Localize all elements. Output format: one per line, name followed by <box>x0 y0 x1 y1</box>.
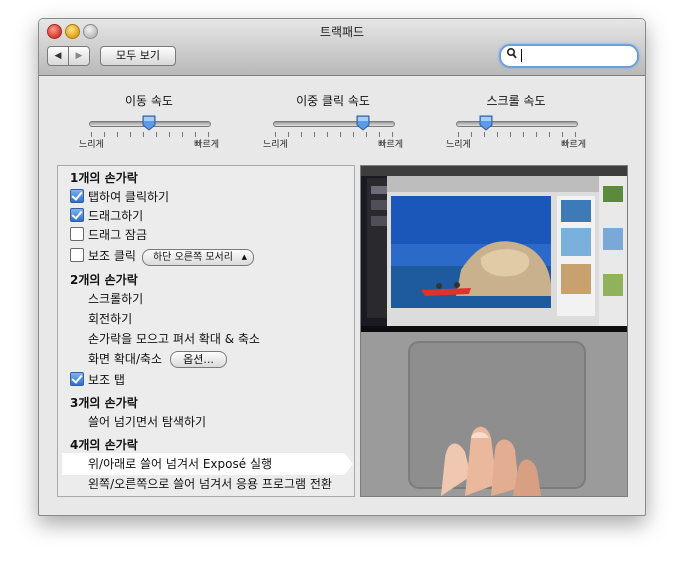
double-click-speed-ticks <box>275 132 393 138</box>
screen-zoom-label: 화면 확대/축소 <box>88 352 163 366</box>
slider-tick <box>353 132 354 137</box>
slider-tick <box>301 132 302 137</box>
pinch-zoom-item[interactable]: 손가락을 모으고 펴서 확대 & 축소 <box>88 330 260 348</box>
preferences-window: 트랙패드 ◀ ▶ 모두 보기 이동 속도 느리게 빠르게 이중 클릭 속도 느리… <box>38 18 646 516</box>
gesture-options-panel: 1개의 손가락 탭하여 클릭하기 드래그하기 드래그 잠금 보조 클릭 하단 오른… <box>57 165 355 497</box>
slider-tick <box>484 132 485 137</box>
dragging-label: 드래그하기 <box>88 209 144 223</box>
slider-tick <box>169 132 170 137</box>
scrolling-speed-label: 스크롤 속도 <box>486 94 546 108</box>
drag-lock-option[interactable]: 드래그 잠금 <box>70 226 147 244</box>
two-finger-scroll-item[interactable]: 스크롤하기 <box>88 290 143 308</box>
scrolling-speed-min-label: 느리게 <box>446 140 471 150</box>
tracking-speed-knob[interactable] <box>142 115 156 131</box>
search-field[interactable] <box>499 44 639 68</box>
tap-to-click-option[interactable]: 탭하여 클릭하기 <box>70 188 169 206</box>
dragging-option[interactable]: 드래그하기 <box>70 207 143 225</box>
secondary-click-checkbox[interactable] <box>70 248 84 262</box>
double-click-speed-label: 이중 클릭 속도 <box>296 94 370 108</box>
double-click-speed-track[interactable] <box>273 121 395 127</box>
secondary-click-label: 보조 클릭 <box>88 249 136 263</box>
dragging-checkbox[interactable] <box>70 208 84 222</box>
slider-tick <box>536 132 537 137</box>
back-button[interactable]: ◀ <box>47 46 69 66</box>
three-fingers-heading: 3개의 손가락 <box>70 396 138 410</box>
preview-illustration <box>361 166 627 496</box>
four-finger-app-switch-item[interactable]: 왼쪽/오른쪽으로 쓸어 넘겨서 응용 프로그램 전환 <box>88 475 332 493</box>
slider-tick <box>471 132 472 137</box>
double-click-speed-max-label: 빠르게 <box>378 140 403 150</box>
tracking-speed-max-label: 빠르게 <box>194 140 219 150</box>
slider-tick <box>314 132 315 137</box>
slider-tick <box>510 132 511 137</box>
gesture-preview-video <box>360 165 628 497</box>
slider-tick <box>366 132 367 137</box>
secondary-click-popup[interactable]: 하단 오른쪽 모서리 ▲ <box>141 249 254 266</box>
secondary-tap-checkbox[interactable] <box>70 372 84 386</box>
tracking-speed-min-label: 느리게 <box>79 140 104 150</box>
secondary-click-option[interactable]: 보조 클릭 하단 오른쪽 모서리 ▲ <box>70 247 254 266</box>
slider-tick <box>130 132 131 137</box>
slider-tick <box>327 132 328 137</box>
forward-button[interactable]: ▶ <box>68 46 90 66</box>
screen-zoom-options-button[interactable]: 옵션... <box>170 351 227 368</box>
scrolling-speed-knob[interactable] <box>479 115 493 131</box>
search-icon <box>506 47 517 62</box>
double-click-speed-knob[interactable] <box>356 115 370 131</box>
popup-arrows-icon: ▲ <box>241 253 247 261</box>
scrolling-speed-track[interactable] <box>456 121 578 127</box>
title-bar: 트랙패드 ◀ ▶ 모두 보기 <box>39 19 645 76</box>
three-finger-swipe-item[interactable]: 쓸어 넘기면서 탐색하기 <box>88 413 206 431</box>
scrolling-speed-ticks <box>458 132 576 138</box>
slider-tick <box>182 132 183 137</box>
tap-to-click-label: 탭하여 클릭하기 <box>88 190 170 204</box>
slider-tick <box>143 132 144 137</box>
slider-tick <box>497 132 498 137</box>
secondary-tap-option[interactable]: 보조 탭 <box>70 371 125 389</box>
slider-tick <box>104 132 105 137</box>
screen-zoom-item[interactable]: 화면 확대/축소 옵션... <box>88 350 227 368</box>
show-all-button[interactable]: 모두 보기 <box>100 46 176 66</box>
scrolling-speed-max-label: 빠르게 <box>561 140 586 150</box>
slider-tick <box>340 132 341 137</box>
tap-to-click-checkbox[interactable] <box>70 189 84 203</box>
text-cursor <box>521 49 522 62</box>
drag-lock-label: 드래그 잠금 <box>88 228 148 242</box>
drag-lock-checkbox[interactable] <box>70 227 84 241</box>
secondary-tap-label: 보조 탭 <box>88 373 125 387</box>
slider-tick <box>549 132 550 137</box>
one-finger-heading: 1개의 손가락 <box>70 171 138 185</box>
four-finger-expose-item[interactable]: 위/아래로 쓸어 넘겨서 Exposé 실행 <box>88 455 272 473</box>
double-click-speed-min-label: 느리게 <box>263 140 288 150</box>
slider-tick <box>288 132 289 137</box>
window-title: 트랙패드 <box>319 25 365 39</box>
slider-tick <box>117 132 118 137</box>
slider-tick <box>523 132 524 137</box>
four-fingers-heading: 4개의 손가락 <box>70 438 138 452</box>
tracking-speed-label: 이동 속도 <box>125 94 173 108</box>
two-finger-rotate-item[interactable]: 회전하기 <box>88 310 132 328</box>
slider-tick <box>156 132 157 137</box>
tracking-speed-ticks <box>91 132 209 138</box>
two-fingers-heading: 2개의 손가락 <box>70 273 138 287</box>
